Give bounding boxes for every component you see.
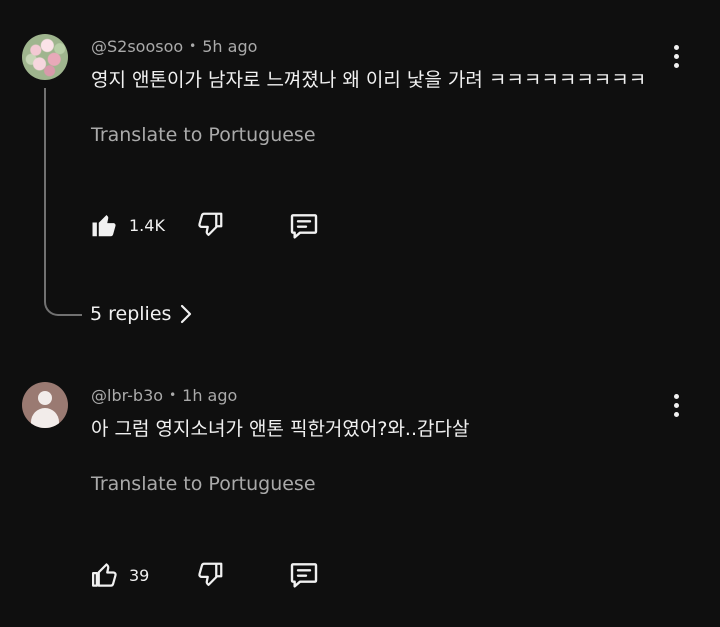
- thumbs-up-icon: [92, 563, 117, 587]
- separator-dot: •: [169, 388, 177, 402]
- dislike-button[interactable]: [195, 560, 225, 590]
- like-button[interactable]: 39: [90, 560, 149, 590]
- author-handle[interactable]: @lbr-b3o: [91, 386, 163, 405]
- user-body-shape: [31, 408, 59, 428]
- avatar[interactable]: [22, 382, 68, 428]
- thumbs-down-icon: [198, 562, 223, 586]
- more-options-icon[interactable]: [664, 390, 688, 420]
- comment-2: @lbr-b3o • 1h ago 아 그럼 영지소녀가 앤톤 픽한거였어?와..감…: [0, 0, 720, 627]
- user-head-shape: [38, 391, 52, 405]
- comment-time: 1h ago: [182, 386, 238, 405]
- reply-button[interactable]: [288, 559, 320, 591]
- like-count: 39: [129, 565, 150, 585]
- comment-text: 아 그럼 영지소녀가 앤톤 픽한거였어?와..감다살: [91, 418, 470, 440]
- translate-link[interactable]: Translate to Portuguese: [91, 473, 316, 495]
- comment-meta: @lbr-b3o • 1h ago: [91, 386, 237, 405]
- comment-bubble-icon: [290, 563, 318, 588]
